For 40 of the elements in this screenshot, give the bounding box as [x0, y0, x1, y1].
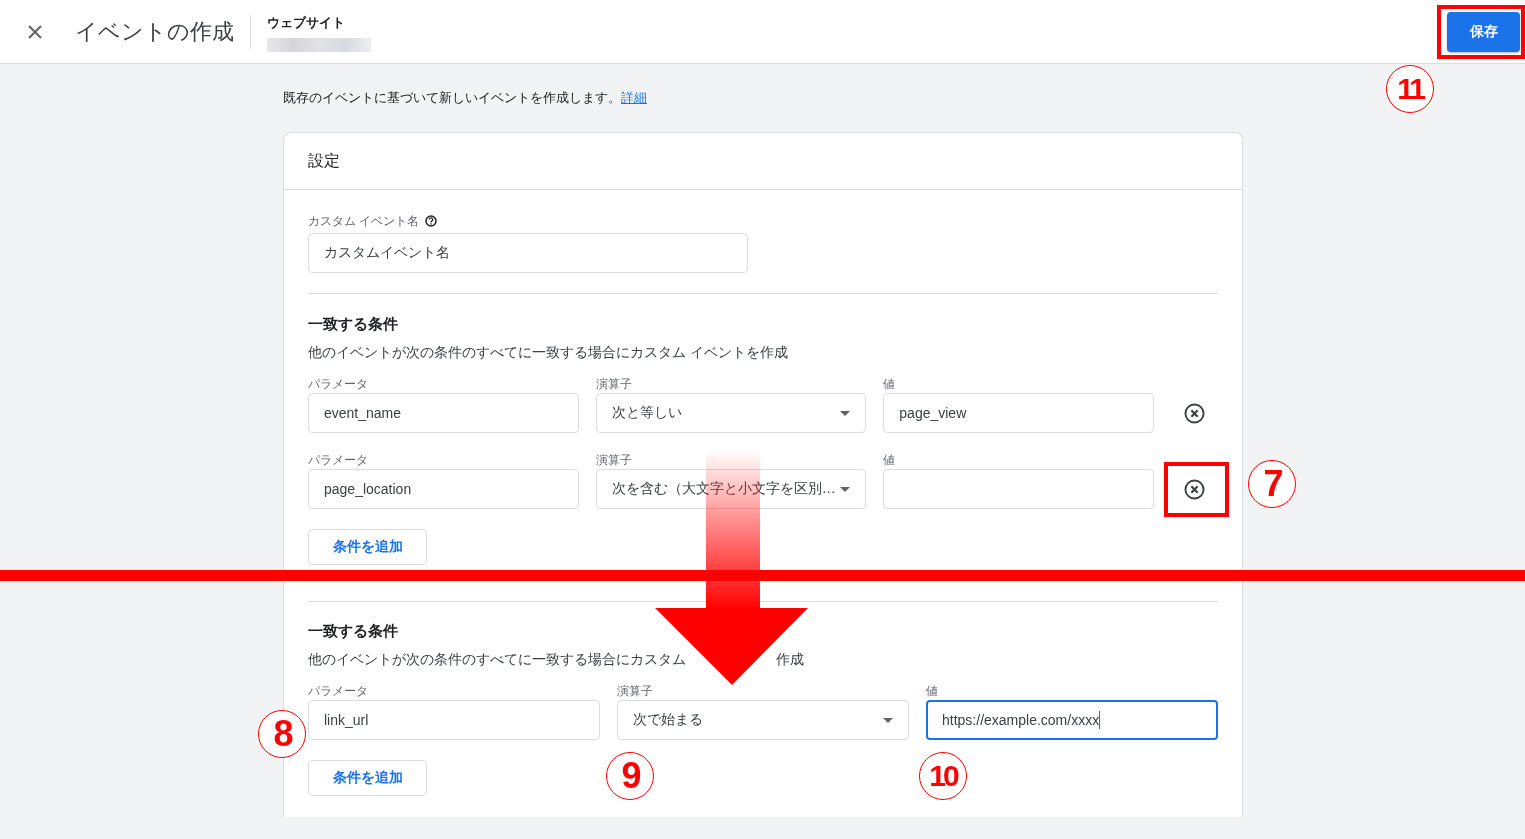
field-label: 値: [926, 684, 939, 698]
field-label: パラメータ: [308, 453, 369, 467]
details-link[interactable]: 詳細: [621, 90, 647, 105]
help-icon[interactable]: [425, 215, 438, 227]
remove-circle-icon: [1184, 402, 1205, 424]
card-title: 設定: [284, 133, 1242, 190]
value-field[interactable]: page_view: [883, 393, 1154, 433]
step-number-marker: 11: [1386, 65, 1434, 113]
add-condition-button[interactable]: 条件を追加: [308, 529, 427, 565]
field-label: パラメータ: [308, 377, 369, 391]
field-label: カスタム イベント名: [308, 214, 420, 228]
parameter-field[interactable]: event_name: [308, 393, 579, 433]
field-label: パラメータ: [308, 684, 369, 698]
field-label: 演算子: [595, 377, 633, 391]
section-description: 他のイベントが次の条件のすべてに一致する場合にカスタム イベントを作成: [308, 343, 789, 361]
dropdown-caret-icon: [883, 717, 893, 723]
section-description: 他のイベントが次の条件のすべてに一致する場合にカスタム: [308, 650, 686, 668]
parameter-field[interactable]: link_url: [308, 700, 600, 740]
section-heading: 一致する条件: [308, 621, 399, 641]
property-label: ウェブサイト: [267, 14, 346, 32]
remove-circle-icon: [1184, 478, 1205, 500]
value-field[interactable]: https://example.com/xxxx: [926, 700, 1218, 740]
intro-text: 既存のイベントに基づいて新しいイベントを作成します。詳細: [283, 89, 648, 107]
value-field[interactable]: [883, 469, 1154, 509]
field-label: 値: [883, 377, 897, 391]
add-condition-button[interactable]: 条件を追加: [308, 760, 427, 796]
dropdown-caret-icon: [840, 410, 851, 416]
operator-dropdown[interactable]: 次と等しい: [595, 393, 867, 433]
section-heading: 一致する条件: [308, 314, 399, 334]
section-description: 作成: [776, 650, 804, 668]
field-label: 演算子: [595, 453, 633, 467]
step-number-marker: 7: [1248, 460, 1296, 508]
event-name-field[interactable]: カスタムイベント名: [308, 233, 748, 273]
step-number-marker: 8: [258, 710, 306, 758]
parameter-field[interactable]: page_location: [308, 469, 579, 509]
operator-dropdown[interactable]: 次で始まる: [617, 700, 909, 740]
save-button[interactable]: 保存: [1447, 11, 1520, 52]
page-title: イベントの作成: [75, 14, 251, 49]
field-label: 演算子: [617, 684, 654, 698]
field-label: 値: [883, 453, 897, 467]
